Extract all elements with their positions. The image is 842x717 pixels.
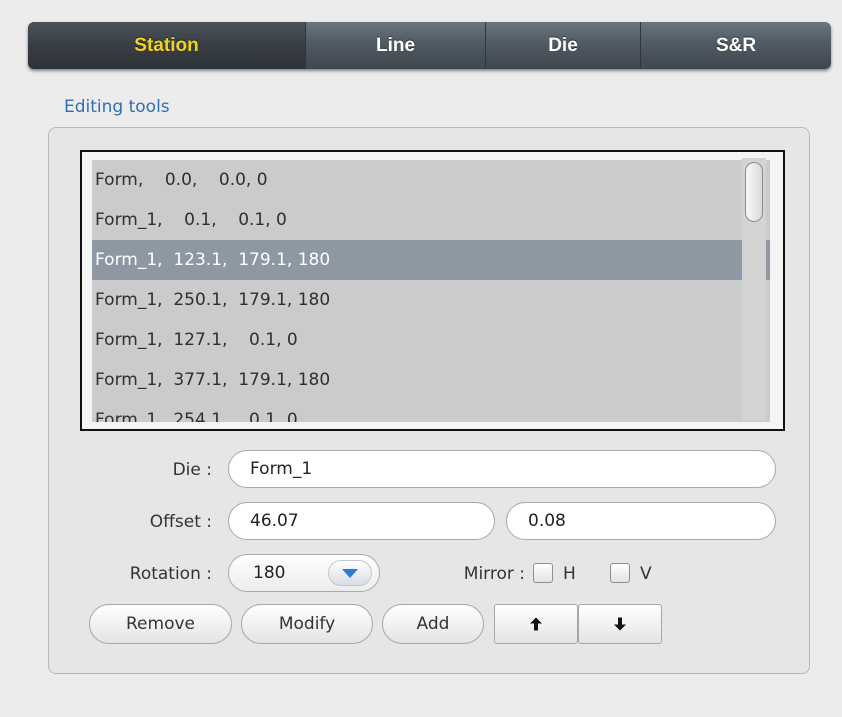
mirror-label: Mirror : — [463, 564, 525, 584]
tab-s-and-r[interactable]: S&R — [640, 22, 831, 69]
list-scrollbar[interactable] — [742, 158, 766, 420]
mirror-v-checkbox[interactable] — [610, 563, 630, 583]
section-title: Editing tools — [64, 97, 170, 117]
arrow-up-icon — [530, 617, 542, 631]
mirror-h-label: H — [563, 564, 576, 584]
offset-label: Offset : — [149, 512, 212, 532]
offset-x-field[interactable]: 46.07 — [228, 502, 495, 540]
rotation-dropdown-button[interactable] — [328, 560, 372, 586]
list-item[interactable]: Form_1, 377.1, 179.1, 180 — [92, 360, 770, 400]
add-button[interactable]: Add — [382, 604, 484, 644]
tab-bar: Station Line Die S&R — [28, 22, 831, 69]
remove-button[interactable]: Remove — [89, 604, 232, 644]
scrollbar-thumb[interactable] — [745, 162, 763, 222]
rotation-label: Rotation : — [129, 564, 212, 584]
die-field[interactable]: Form_1 — [228, 450, 776, 488]
rotation-select[interactable]: 180 — [228, 554, 380, 592]
rotation-value: 180 — [253, 563, 286, 583]
tab-station[interactable]: Station — [28, 22, 305, 69]
die-label: Die : — [172, 460, 212, 480]
list-item-selected[interactable]: Form_1, 123.1, 179.1, 180 — [92, 240, 770, 280]
chevron-down-icon — [342, 569, 358, 578]
list-item[interactable]: Form_1, 0.1, 0.1, 0 — [92, 200, 770, 240]
list-item[interactable]: Form_1, 254.1, 0.1, 0 — [92, 400, 770, 422]
move-up-button[interactable] — [494, 604, 578, 644]
tab-die[interactable]: Die — [485, 22, 640, 69]
tab-line[interactable]: Line — [305, 22, 485, 69]
list-item[interactable]: Form_1, 250.1, 179.1, 180 — [92, 280, 770, 320]
list-item[interactable]: Form_1, 127.1, 0.1, 0 — [92, 320, 770, 360]
offset-y-field[interactable]: 0.08 — [506, 502, 776, 540]
station-list[interactable]: Form, 0.0, 0.0, 0 Form_1, 0.1, 0.1, 0 Fo… — [80, 150, 785, 431]
mirror-v-label: V — [640, 564, 652, 584]
arrow-down-icon — [614, 617, 626, 631]
mirror-h-checkbox[interactable] — [533, 563, 553, 583]
move-down-button[interactable] — [578, 604, 662, 644]
list-item[interactable]: Form, 0.0, 0.0, 0 — [92, 160, 770, 200]
station-list-viewport: Form, 0.0, 0.0, 0 Form_1, 0.1, 0.1, 0 Fo… — [92, 160, 770, 422]
modify-button[interactable]: Modify — [241, 604, 373, 644]
